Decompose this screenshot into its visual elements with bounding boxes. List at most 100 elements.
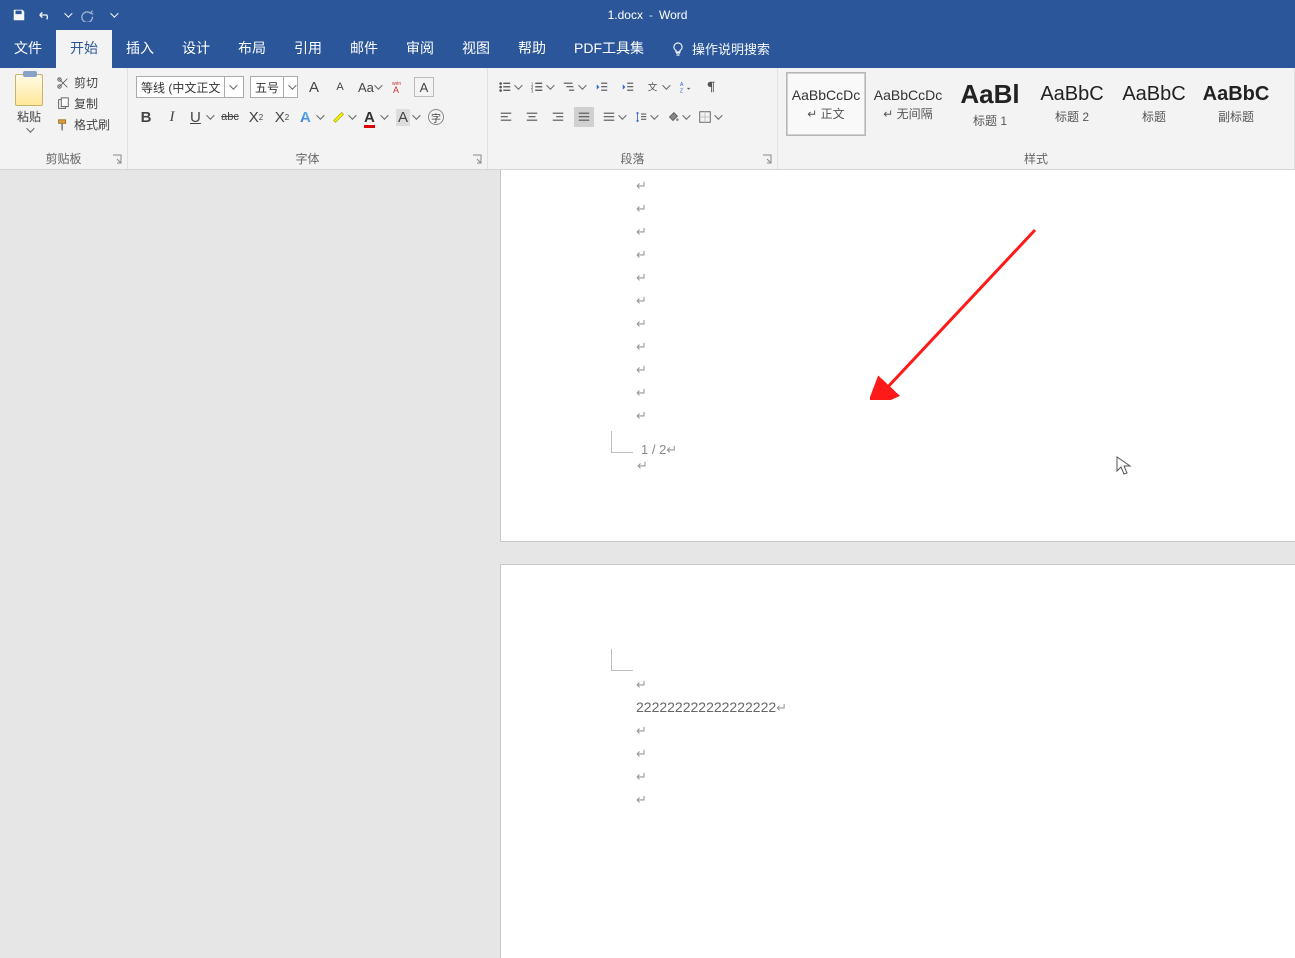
font-dialog-launcher[interactable] [471, 153, 483, 165]
copy-button[interactable]: 复制 [56, 95, 110, 112]
tab-insert[interactable]: 插入 [112, 28, 168, 68]
style-preview: AaBbC [1122, 83, 1185, 106]
style-tile-1[interactable]: AaBbCcDc↵ 无间隔 [868, 72, 948, 136]
paste-dropdown-icon[interactable] [26, 124, 34, 132]
decrease-indent-button[interactable] [592, 77, 612, 97]
numbering-icon: 123 [530, 80, 544, 94]
cursor-icon [1116, 456, 1132, 476]
page1-footer: 1 / 2↵↵ [641, 442, 677, 474]
subscript-button[interactable]: X2 [246, 107, 266, 127]
align-center-button[interactable] [522, 107, 542, 127]
show-marks-button[interactable] [702, 77, 722, 97]
tab-design[interactable]: 设计 [168, 28, 224, 68]
text-effects-button[interactable]: A [298, 107, 324, 127]
document-area[interactable]: ↵↵↵↵↵↵↵↵↵↵↵ 1 / 2↵↵ ↵ 222222222222222222… [0, 170, 1295, 958]
line-spacing-icon [634, 110, 648, 124]
phonetic-guide-button[interactable]: wénA [388, 77, 408, 97]
tab-help[interactable]: 帮助 [504, 28, 560, 68]
svg-text:3: 3 [531, 88, 534, 93]
tab-pdf[interactable]: PDF工具集 [560, 28, 658, 68]
brush-icon [56, 118, 70, 132]
font-family-combo[interactable]: 等线 (中文正文 [136, 76, 244, 98]
line-spacing-button[interactable] [632, 107, 658, 127]
grow-font-button[interactable]: A [304, 77, 324, 97]
borders-button[interactable] [696, 107, 722, 127]
cut-button[interactable]: 剪切 [56, 74, 110, 91]
tab-layout[interactable]: 布局 [224, 28, 280, 68]
sort-icon: AZ [679, 80, 693, 94]
tab-review[interactable]: 审阅 [392, 28, 448, 68]
change-case-button[interactable]: Aa [356, 77, 382, 97]
clear-formatting-button[interactable]: A [414, 77, 434, 97]
sort-button[interactable]: AZ [676, 77, 696, 97]
format-painter-label: 格式刷 [74, 116, 110, 133]
bullets-icon [498, 80, 512, 94]
svg-text:文: 文 [648, 82, 658, 94]
clipboard-dialog-launcher[interactable] [111, 153, 123, 165]
group-font: 等线 (中文正文 五号 A A Aa wénA A B I U abc X2 X… [128, 68, 488, 169]
style-label: ↵ 正文 [807, 105, 844, 122]
font-family-value: 等线 (中文正文 [137, 79, 224, 96]
strikethrough-button[interactable]: abc [220, 107, 240, 127]
enclose-char-button[interactable]: 字 [426, 107, 446, 127]
text-effects-icon: A [300, 109, 311, 126]
asian-layout-button[interactable]: 文 [644, 77, 670, 97]
tab-mail[interactable]: 邮件 [336, 28, 392, 68]
increase-indent-button[interactable] [618, 77, 638, 97]
style-tile-5[interactable]: AaBbC副标题 [1196, 72, 1276, 136]
qat-customize-icon[interactable] [110, 9, 118, 17]
superscript-button[interactable]: X2 [272, 107, 292, 127]
tab-file[interactable]: 文件 [0, 28, 56, 68]
save-icon[interactable] [12, 8, 26, 22]
styles-gallery[interactable]: AaBbCcDc↵ 正文AaBbCcDc↵ 无间隔AaBl标题 1AaBbC标题… [786, 72, 1286, 136]
page2-content: ↵ 222222222222222222↵ ↵↵↵↵ [636, 673, 787, 811]
multilevel-list-button[interactable] [560, 77, 586, 97]
format-painter-button[interactable]: 格式刷 [56, 116, 110, 133]
tab-view[interactable]: 视图 [448, 28, 504, 68]
highlight-button[interactable] [330, 107, 356, 127]
tab-references[interactable]: 引用 [280, 28, 336, 68]
tab-home[interactable]: 开始 [56, 28, 112, 68]
redo-icon[interactable] [80, 8, 96, 22]
style-tile-4[interactable]: AaBbC 标题 [1114, 72, 1194, 136]
align-left-icon [499, 110, 513, 124]
style-tile-2[interactable]: AaBl标题 1 [950, 72, 1030, 136]
indent-icon [621, 80, 635, 94]
change-case-dropdown-icon [374, 81, 382, 89]
paste-button[interactable]: 粘贴 [8, 72, 50, 134]
distribute-button[interactable] [600, 107, 626, 127]
paragraph-dialog-launcher[interactable] [761, 153, 773, 165]
enclose-char-icon: 字 [428, 109, 444, 125]
bucket-icon [666, 110, 680, 124]
page-2[interactable]: ↵ 222222222222222222↵ ↵↵↵↵ [500, 564, 1295, 958]
style-label: 标题 2 [1055, 108, 1089, 125]
shading-button[interactable] [664, 107, 690, 127]
svg-text:A: A [393, 85, 399, 95]
font-size-combo[interactable]: 五号 [250, 76, 298, 98]
undo-dropdown-icon[interactable] [64, 9, 72, 17]
style-tile-3[interactable]: AaBbC标题 2 [1032, 72, 1112, 136]
bold-button[interactable]: B [136, 107, 156, 127]
align-left-button[interactable] [496, 107, 516, 127]
align-right-button[interactable] [548, 107, 568, 127]
numbering-button[interactable]: 123 [528, 77, 554, 97]
shrink-font-button[interactable]: A [330, 77, 350, 97]
undo-icon[interactable] [36, 8, 54, 22]
copy-icon [56, 97, 70, 111]
underline-button[interactable]: U [188, 107, 214, 127]
tell-me-search[interactable]: 操作说明搜索 [658, 29, 782, 68]
paragraph-group-label: 段落 [488, 150, 777, 167]
italic-button[interactable]: I [162, 107, 182, 127]
style-tile-0[interactable]: AaBbCcDc↵ 正文 [786, 72, 866, 136]
page-1[interactable]: ↵↵↵↵↵↵↵↵↵↵↵ 1 / 2↵↵ [500, 170, 1295, 542]
group-paragraph: 123 文 AZ 段落 [488, 68, 778, 169]
bullets-button[interactable] [496, 77, 522, 97]
font-family-dropdown-icon[interactable] [224, 77, 238, 97]
style-label: 标题 [1142, 108, 1166, 125]
underline-dropdown-icon [206, 111, 214, 119]
font-color-button[interactable]: A [362, 107, 388, 127]
align-justify-button[interactable] [574, 107, 594, 127]
tell-me-label: 操作说明搜索 [692, 39, 770, 58]
char-shading-button[interactable]: A [394, 107, 420, 127]
font-size-dropdown-icon[interactable] [283, 77, 297, 97]
